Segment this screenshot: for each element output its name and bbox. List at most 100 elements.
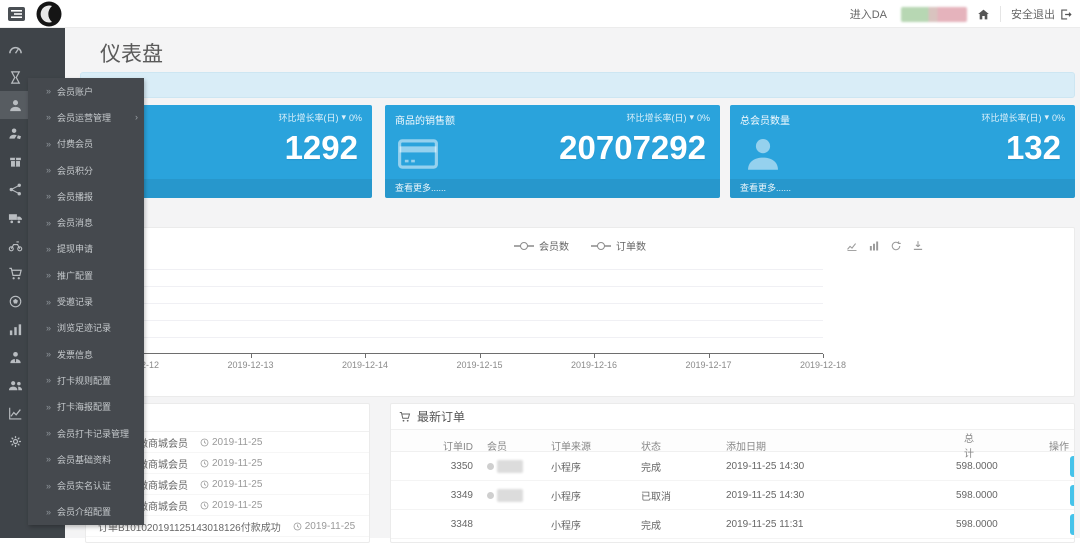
growth-rate-dropdown[interactable]: 环比增长率(日)▾0% [626,111,710,124]
bars-icon[interactable] [868,240,880,252]
see-more-link[interactable]: 查看更多...... [730,179,1075,198]
submenu-item-label: 会员消息 [57,216,93,229]
order-status: 完成 [641,517,726,532]
caret-down-icon: ▾ [341,112,346,123]
axis-tick [594,354,595,358]
axis-tick [251,354,252,358]
orders-column-headers: 订单ID 会员 订单来源 状态 添加日期 总计 操作 [391,430,1074,452]
legend-item[interactable]: 会员数 [514,238,569,253]
axis-tick [823,354,824,358]
order-total: 598.0000 [956,490,1043,501]
submenu-item[interactable]: »付费会员 [28,131,144,157]
latest-orders-header: 最新订单 [391,404,1074,430]
x-axis-label: 2019-12-13 [216,360,286,370]
submenu-item[interactable]: »会员消息 [28,209,144,235]
users-icon [8,378,23,393]
submenu-item[interactable]: » 会员介绍配置 [28,499,144,525]
growth-rate-dropdown[interactable]: 环比增长率(日)▾0% [981,111,1065,124]
cart-icon [8,266,23,281]
submenu-item[interactable]: » 推广配置 [28,262,144,288]
submenu-item[interactable]: »会员播报 [28,183,144,209]
share-icon [8,182,23,197]
avatar [487,492,494,499]
submenu-item-label: 会员积分 [57,164,93,177]
chevron-right-icon: » [46,323,51,333]
logo [36,1,62,27]
chevron-right-icon: » [46,481,51,491]
submenu-item-label: 会员基础资料 [57,453,111,466]
message-date: 2019-11-25 [200,500,262,511]
submenu-item-label: 推广配置 [57,269,93,282]
axis-tick [480,354,481,358]
submenu-item[interactable]: »会员运营管理› [28,104,144,130]
download-icon[interactable] [912,240,924,252]
submenu-item-label: 受邀记录 [57,295,93,308]
user-icon [8,98,23,113]
submenu-item-label: 提现申请 [57,242,93,255]
submenu-item[interactable]: »浏览足迹记录 [28,315,144,341]
submenu-item-label: 会员介绍配置 [57,505,111,518]
see-more-link[interactable]: 查看更多...... [385,179,720,198]
view-order-button[interactable] [1070,514,1075,535]
user-tie-icon [8,350,23,365]
submenu-item[interactable]: »提现申请 [28,236,144,262]
order-date: 2019-11-25 11:31 [726,519,956,530]
trend-icon[interactable] [846,240,858,252]
chevron-right-icon: » [46,297,51,307]
submenu-item[interactable]: »打卡规则配置 [28,367,144,393]
chevron-right-icon: » [46,507,51,517]
legend-item[interactable]: 订单数 [591,238,646,253]
enter-da-link[interactable]: 进入DA [846,6,891,22]
stat-card-sales: 商品的销售额 环比增长率(日)▾0% 20707292 查看更多...... [385,105,720,198]
gear-icon [8,434,23,449]
submenu-item[interactable]: »会员基础资料 [28,446,144,472]
logout-button[interactable]: 安全退出 [1011,6,1072,22]
trend-chart: 会员数订单数 2019-12-122019-12-132019-12-14201… [85,227,1075,397]
order-id: 3350 [391,461,481,472]
truck-icon [8,210,23,225]
submenu-item[interactable]: »会员账户 [28,78,144,104]
submenu-item[interactable]: »会员打卡记录管理 [28,420,144,446]
message-date: 2019-11-25 [293,521,355,532]
clock-icon [200,480,209,489]
message-date: 2019-11-25 [200,437,262,448]
submenu-item[interactable]: »打卡海报配置 [28,394,144,420]
topbar: 进入DA 安全退出 [0,0,1080,28]
chevron-right-icon: » [46,139,51,149]
line-chart-icon [8,406,23,421]
chevron-right-icon: » [46,402,51,412]
gift-icon [8,154,23,169]
gridline [101,337,823,338]
cart-icon [399,411,411,423]
stat-card-total-members: 总会员数量 环比增长率(日)▾0% 132 查看更多...... [730,105,1075,198]
user-name-redacted[interactable] [901,7,967,22]
stat-card-value: 132 [1006,129,1061,167]
topbar-divider [1000,6,1001,22]
x-axis-label: 2019-12-14 [330,360,400,370]
order-member [481,460,551,473]
submenu-item[interactable]: »会员积分 [28,157,144,183]
growth-rate-dropdown[interactable]: 环比增长率(日)▾0% [278,111,362,124]
home-icon[interactable] [977,8,990,21]
message-date: 2019-11-25 [200,479,262,490]
sidebar-item-gauge[interactable] [0,35,65,63]
view-order-button[interactable] [1070,485,1075,506]
refresh-icon[interactable] [890,240,902,252]
latest-orders-title: 最新订单 [417,408,465,425]
sidebar-toggle-icon[interactable] [8,7,25,21]
order-status: 完成 [641,459,726,474]
submenu-item[interactable]: »会员实名认证 [28,472,144,498]
x-axis-label: 2019-12-15 [445,360,515,370]
chevron-right-icon: » [46,270,51,280]
member-name-redacted [497,489,523,502]
view-order-button[interactable] [1070,456,1075,477]
gridline [101,320,823,321]
order-total: 598.0000 [956,461,1043,472]
logout-label: 安全退出 [1011,6,1055,22]
order-source: 小程序 [551,488,641,503]
submenu-item[interactable]: » 受邀记录 [28,288,144,314]
order-row: 3348小程序完成2019-11-25 11:31598.0000 [391,510,1074,539]
submenu-item[interactable]: »发票信息 [28,341,144,367]
page-title: 仪表盘 [100,38,163,68]
logout-icon [1059,8,1072,21]
